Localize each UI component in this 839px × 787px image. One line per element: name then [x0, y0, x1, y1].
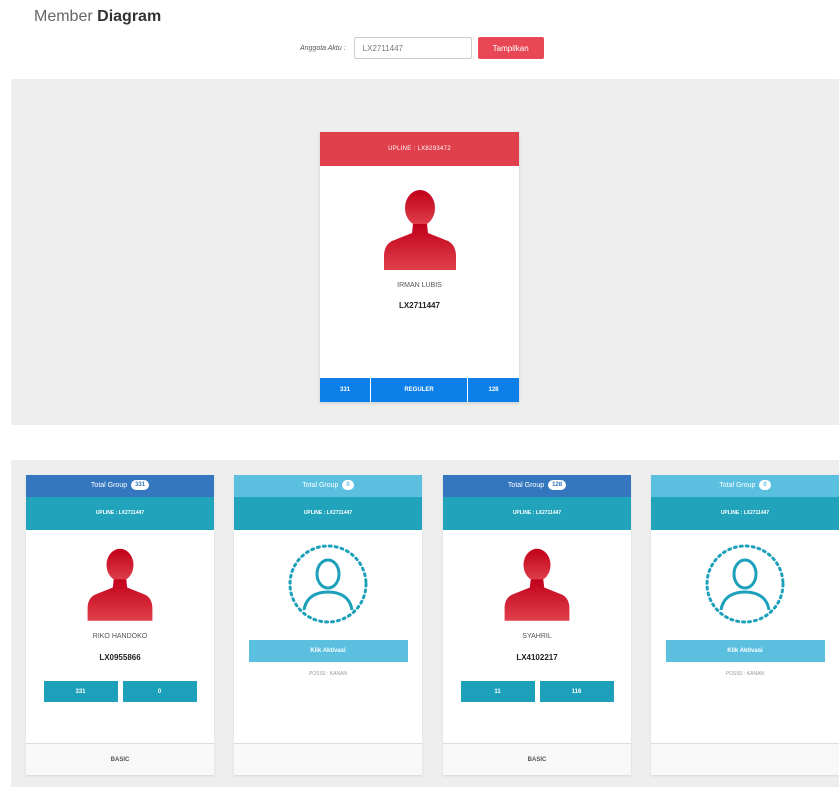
show-button[interactable]: Tampilkan [477, 37, 544, 59]
activate-button[interactable]: Klik Aktivasi [665, 640, 825, 662]
upline-bar: UPLINE : LX2711447 [651, 497, 839, 530]
user-red-icon [504, 548, 570, 621]
child-card-1[interactable]: Total Group 331 UPLINE : LX2711447 RIKO … [26, 475, 214, 775]
root-stats-bar: 331 REGULER 128 [320, 378, 519, 402]
total-group-label: Total Group [90, 482, 128, 489]
total-group-bar: Total Group 331 [26, 475, 214, 497]
activate-button[interactable]: Klik Aktivasi [248, 640, 408, 662]
user-outline-icon [288, 544, 368, 624]
root-right-count: 128 [468, 378, 519, 402]
member-name: RIKO HANDOKO [92, 633, 148, 640]
child-card-2[interactable]: Total Group 0 UPLINE : LX2711447 Klik Ak… [234, 475, 422, 775]
total-group-label: Total Group [302, 482, 339, 489]
total-group-bar: Total Group 0 [234, 475, 422, 497]
root-left-count: 331 [320, 378, 371, 402]
total-group-badge: 331 [131, 480, 150, 491]
total-group-bar: Total Group 0 [651, 475, 839, 497]
page-title: Member Diagram [34, 8, 161, 26]
member-id: LX0955866 [99, 653, 141, 662]
search-row: Anggota Aktu : Tampilkan [300, 37, 544, 59]
count-row: 11 116 [443, 681, 631, 702]
left-count-button[interactable]: 331 [43, 681, 118, 702]
member-name: SYAHRIL [522, 633, 552, 640]
package-footer [651, 743, 839, 775]
position-label: POSISI : KANAN [725, 671, 765, 677]
upline-bar: UPLINE : LX2711447 [443, 497, 631, 530]
user-outline-icon [705, 544, 785, 624]
search-label: Anggota Aktu : [300, 44, 346, 52]
package-footer: BASIC [443, 743, 631, 775]
root-member-name: IRMAN LUBIS [397, 282, 442, 289]
member-id: LX4102217 [516, 653, 558, 662]
package-footer: BASIC [26, 743, 214, 775]
page-title-light: Member [34, 8, 93, 25]
member-search-input[interactable] [353, 37, 472, 59]
user-red-icon [383, 190, 456, 270]
package-footer [234, 743, 422, 775]
total-group-badge: 0 [342, 480, 354, 491]
child-card-3[interactable]: Total Group 128 UPLINE : LX2711447 SYAHR… [443, 475, 631, 775]
upline-bar: UPLINE : LX2711447 [234, 497, 422, 530]
total-group-badge: 0 [759, 480, 771, 491]
root-upline-header: UPLINE : LX8293472 [320, 132, 519, 166]
total-group-badge: 128 [548, 480, 567, 491]
count-row: 331 0 [26, 681, 214, 702]
right-count-button[interactable]: 116 [539, 681, 614, 702]
root-package: REGULER [371, 378, 468, 402]
position-label: POSISI : KANAN [308, 671, 348, 677]
page-title-bold: Diagram [97, 8, 162, 25]
upline-bar: UPLINE : LX2711447 [26, 497, 214, 530]
root-member-id: LX2711447 [399, 301, 440, 310]
left-count-button[interactable]: 11 [460, 681, 535, 702]
right-count-button[interactable]: 0 [122, 681, 197, 702]
total-group-bar: Total Group 128 [443, 475, 631, 497]
user-red-icon [87, 548, 153, 621]
root-member-card[interactable]: UPLINE : LX8293472 IRMAN LUBIS LX2711447… [320, 132, 519, 402]
total-group-label: Total Group [507, 482, 545, 489]
child-card-4[interactable]: Total Group 0 UPLINE : LX2711447 Klik Ak… [651, 475, 839, 775]
total-group-label: Total Group [719, 482, 756, 489]
